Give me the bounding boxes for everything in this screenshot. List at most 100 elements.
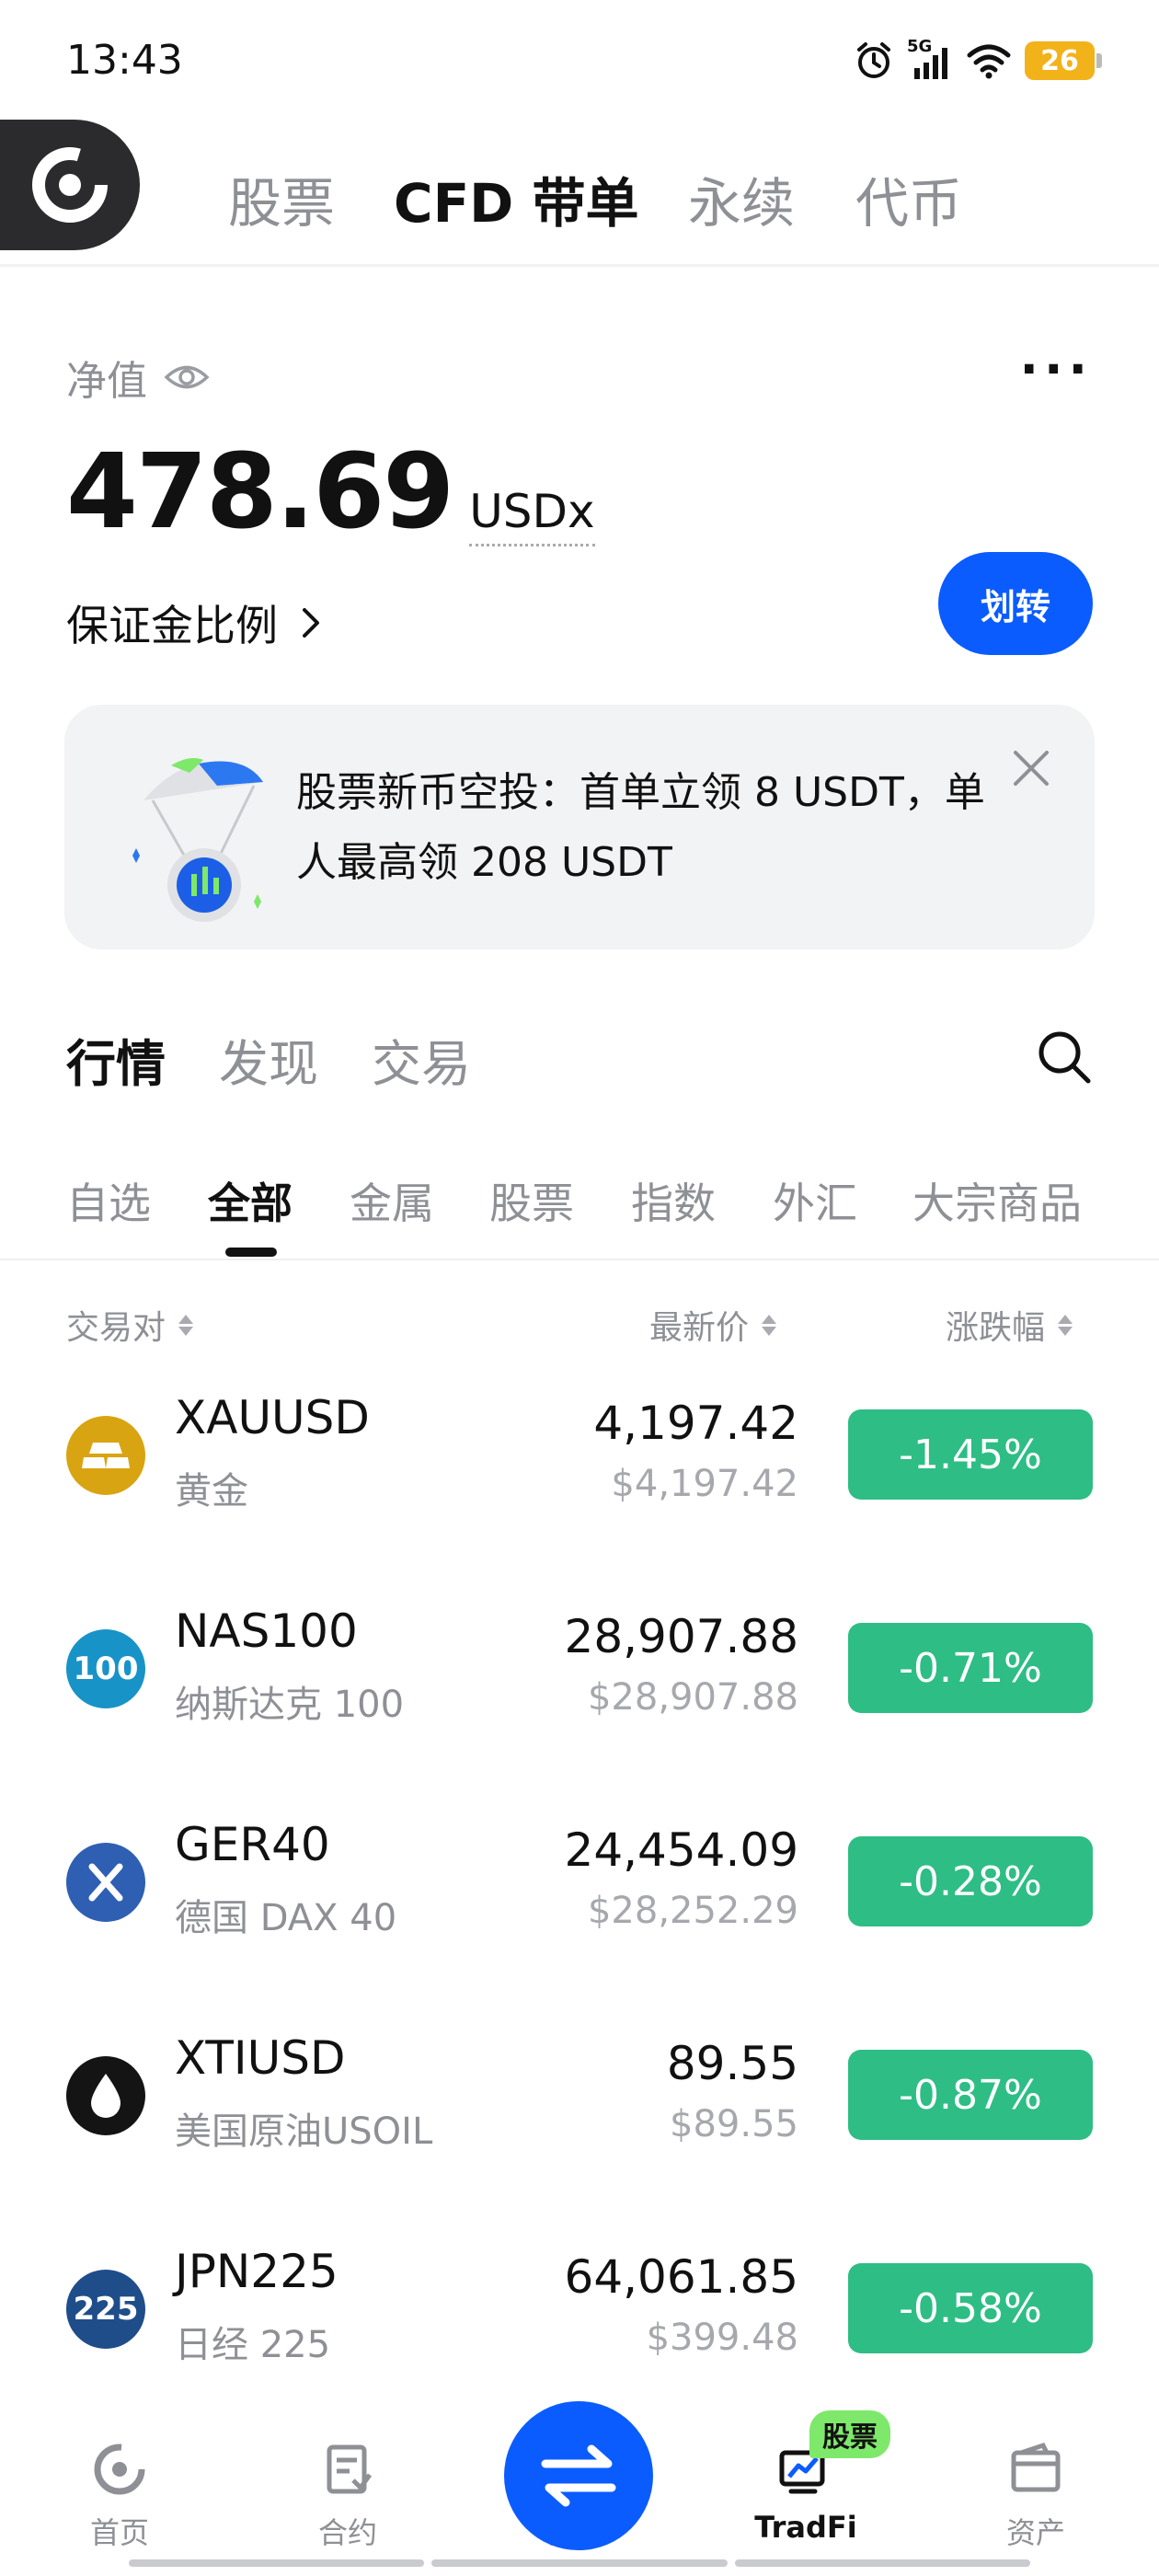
battery-indicator: 26 — [1025, 41, 1102, 80]
row-price-usd: $399.48 — [646, 2317, 798, 2359]
tab-tokens[interactable]: 代币 — [855, 160, 962, 237]
home-indicator — [129, 2559, 1030, 2567]
tab-commodities[interactable]: 大宗商品 — [912, 1170, 1082, 1231]
wifi-icon — [967, 44, 1011, 79]
row-change-badge[interactable]: -0.58% — [848, 2263, 1093, 2353]
nav-assets[interactable]: 资产 — [944, 2440, 1128, 2552]
tab-watchlist[interactable]: 自选 — [66, 1170, 151, 1231]
row-price: 24,454.09 — [564, 1823, 798, 1877]
promo-banner[interactable]: 股票新币空投：首单立领 8 USDT，单人最高领 208 USDT — [64, 705, 1095, 949]
net-value-unit[interactable]: USDx — [469, 485, 595, 546]
row-price: 4,197.42 — [593, 1397, 798, 1450]
row-symbol: NAS100 — [175, 1604, 358, 1658]
wallet-icon — [1011, 2442, 1061, 2492]
row-name: 日经 225 — [175, 2324, 331, 2366]
market-type-tabs: FD 股票 CFD 带单 永续 代币 — [0, 129, 1159, 267]
trade-center-button[interactable] — [504, 2401, 653, 2550]
category-tabs: 自选 全部 金属 股票 指数 外汇 大宗商品 — [0, 1161, 1159, 1260]
tab-market[interactable]: 行情 — [66, 1023, 166, 1096]
row-price-usd: $89.55 — [670, 2103, 798, 2145]
nas100-icon: 100 — [66, 1629, 145, 1708]
contract-icon — [327, 2444, 373, 2494]
column-header-price[interactable]: 最新价 — [649, 1301, 777, 1349]
status-icons: 5G 26 — [854, 35, 1102, 86]
search-icon[interactable] — [1036, 1029, 1093, 1086]
brand-logo-icon — [32, 147, 108, 223]
floating-logo-button[interactable] — [0, 120, 140, 250]
tab-metals[interactable]: 金属 — [350, 1170, 434, 1231]
row-symbol: JPN225 — [175, 2245, 339, 2298]
signal-icon: 5G — [907, 37, 953, 81]
row-price: 28,907.88 — [564, 1610, 798, 1663]
row-symbol: XTIUSD — [175, 2031, 346, 2085]
sort-icon — [762, 1314, 777, 1336]
column-header-change[interactable]: 涨跌幅 — [946, 1301, 1073, 1349]
row-change-badge[interactable]: -1.45% — [848, 1409, 1093, 1500]
close-icon[interactable] — [1008, 745, 1054, 791]
tab-forex[interactable]: 外汇 — [773, 1170, 857, 1231]
swap-icon — [541, 2444, 616, 2507]
tab-all[interactable]: 全部 — [208, 1170, 293, 1231]
alarm-icon — [857, 42, 890, 78]
row-symbol: GER40 — [175, 1818, 330, 1871]
net-value-number: 478.69 — [66, 432, 454, 552]
row-change-badge[interactable]: -0.87% — [848, 2050, 1093, 2140]
tab-perpetual[interactable]: 永续 — [688, 160, 795, 237]
row-price-usd: $28,252.29 — [587, 1890, 798, 1932]
nav-contract-label: 合约 — [317, 2515, 377, 2550]
tab-stocks[interactable]: 股票 — [228, 160, 335, 237]
transfer-button[interactable]: 划转 — [938, 552, 1093, 655]
oil-drop-icon — [66, 2056, 145, 2135]
nav-home[interactable]: 首页 — [28, 2440, 212, 2552]
promo-text: 股票新币空投：首单立领 8 USDT，单人最高领 208 USDT — [296, 769, 985, 886]
table-row[interactable]: 100 NAS100 纳斯达克 100 28,907.88 $28,907.88… — [0, 1590, 1159, 1803]
row-name: 美国原油USOIL — [175, 2110, 433, 2153]
row-price: 64,061.85 — [564, 2250, 798, 2304]
jpn225-icon: 225 — [66, 2270, 145, 2349]
bottom-navigation: 首页 合约 交易 TradFi 股票 — [0, 2388, 1159, 2576]
nav-contract[interactable]: 合约 — [256, 2440, 440, 2552]
sort-icon — [178, 1314, 194, 1336]
net-value-label-row: 净值 — [66, 348, 210, 407]
row-symbol: XAUUSD — [175, 1391, 370, 1444]
table-row[interactable]: XTIUSD 美国原油USOIL 89.55 $89.55 -0.87% — [0, 2017, 1159, 2230]
table-row[interactable]: GER40 德国 DAX 40 24,454.09 $28,252.29 -0.… — [0, 1803, 1159, 2017]
net-value-label: 净值 — [66, 358, 147, 405]
section-tabs: 行情 发现 交易 — [66, 1023, 471, 1096]
row-name: 黄金 — [175, 1470, 248, 1512]
tab-discover[interactable]: 发现 — [219, 1023, 318, 1096]
nav-tradfi-label: TradFi — [754, 2510, 857, 2545]
margin-ratio-label: 保证金比例 — [66, 601, 278, 650]
tab-cfd-copy-trading[interactable]: CFD 带单 — [394, 160, 639, 237]
net-value: 478.69 USDx — [66, 432, 595, 552]
sort-icon — [1058, 1314, 1073, 1336]
status-bar: 13:43 5G 26 — [0, 0, 1159, 120]
tab-trade[interactable]: 交易 — [372, 1023, 471, 1096]
nav-home-label: 首页 — [89, 2515, 149, 2550]
row-price-usd: $28,907.88 — [587, 1676, 798, 1719]
eye-icon[interactable] — [164, 362, 210, 393]
nav-trade[interactable]: 交易 — [486, 2401, 670, 2552]
more-options-icon[interactable]: ··· — [1019, 340, 1093, 398]
row-price-usd: $4,197.42 — [611, 1463, 798, 1505]
row-change-badge[interactable]: -0.71% — [848, 1623, 1093, 1713]
active-tab-indicator — [225, 1248, 277, 1257]
column-header-pair[interactable]: 交易对 — [66, 1301, 194, 1349]
status-time: 13:43 — [66, 37, 183, 84]
nav-assets-label: 资产 — [1005, 2515, 1065, 2550]
row-name: 德国 DAX 40 — [175, 1897, 397, 1939]
tab-stocks-category[interactable]: 股票 — [489, 1170, 574, 1231]
row-price: 89.55 — [666, 2037, 798, 2090]
stock-badge: 股票 — [809, 2410, 890, 2458]
cross-icon — [66, 1843, 145, 1922]
column-header-price-label: 最新价 — [649, 1309, 750, 1347]
gold-bar-icon — [66, 1416, 145, 1495]
row-name: 纳斯达克 100 — [175, 1684, 405, 1726]
tab-indices[interactable]: 指数 — [631, 1170, 716, 1231]
row-change-badge[interactable]: -0.28% — [848, 1836, 1093, 1926]
margin-ratio-link[interactable]: 保证金比例 — [66, 592, 322, 653]
table-row[interactable]: XAUUSD 黄金 4,197.42 $4,197.42 -1.45% — [0, 1376, 1159, 1590]
chevron-right-icon — [303, 608, 319, 638]
column-header-pair-label: 交易对 — [66, 1309, 166, 1347]
home-icon — [94, 2444, 145, 2495]
